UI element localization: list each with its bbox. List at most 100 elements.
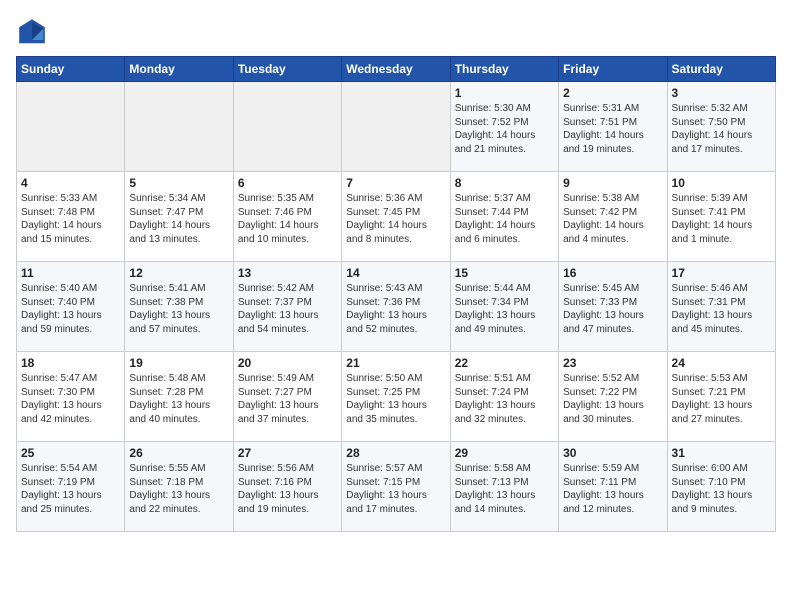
cell-content: Sunrise: 5:31 AM Sunset: 7:51 PM Dayligh… <box>563 102 662 156</box>
cell-content: Sunrise: 5:42 AM Sunset: 7:37 PM Dayligh… <box>238 282 337 336</box>
cell-content: Sunrise: 5:51 AM Sunset: 7:24 PM Dayligh… <box>455 372 554 426</box>
calendar-cell: 10Sunrise: 5:39 AM Sunset: 7:41 PM Dayli… <box>667 172 775 262</box>
calendar-table: SundayMondayTuesdayWednesdayThursdayFrid… <box>16 56 776 532</box>
cell-content: Sunrise: 5:48 AM Sunset: 7:28 PM Dayligh… <box>129 372 228 426</box>
day-number: 30 <box>563 446 662 460</box>
cell-content: Sunrise: 5:52 AM Sunset: 7:22 PM Dayligh… <box>563 372 662 426</box>
calendar-cell <box>342 82 450 172</box>
cell-content: Sunrise: 5:30 AM Sunset: 7:52 PM Dayligh… <box>455 102 554 156</box>
day-number: 29 <box>455 446 554 460</box>
cell-content: Sunrise: 5:36 AM Sunset: 7:45 PM Dayligh… <box>346 192 445 246</box>
cell-content: Sunrise: 5:45 AM Sunset: 7:33 PM Dayligh… <box>563 282 662 336</box>
calendar-cell: 23 Sunrise: 5:52 AM Sunset: 7:22 PM Dayli… <box>559 352 667 442</box>
calendar-cell: 21 Sunrise: 5:50 AM Sunset: 7:25 PM Dayli… <box>342 352 450 442</box>
day-number: 5 <box>129 176 228 190</box>
day-header-thursday: Thursday <box>450 57 558 82</box>
day-number: 18 <box>21 356 120 370</box>
day-number: 28 <box>346 446 445 460</box>
cell-content: Sunrise: 5:55 AM Sunset: 7:18 PM Dayligh… <box>129 462 228 516</box>
day-number: 3 <box>672 86 771 100</box>
cell-content: Sunrise: 5:53 AM Sunset: 7:21 PM Dayligh… <box>672 372 771 426</box>
cell-content: Sunrise: 5:44 AM Sunset: 7:34 PM Dayligh… <box>455 282 554 336</box>
day-number: 19 <box>129 356 228 370</box>
calendar-cell: 6 Sunrise: 5:35 AM Sunset: 7:46 PM Daylig… <box>233 172 341 262</box>
day-number: 13 <box>238 266 337 280</box>
calendar-cell: 20 Sunrise: 5:49 AM Sunset: 7:27 PM Dayli… <box>233 352 341 442</box>
calendar-cell: 18 Sunrise: 5:47 AM Sunset: 7:30 PM Dayli… <box>17 352 125 442</box>
day-number: 22 <box>455 356 554 370</box>
week-row-2: 4Sunrise: 5:33 AM Sunset: 7:48 PM Daylig… <box>17 172 776 262</box>
cell-content: Sunrise: 5:50 AM Sunset: 7:25 PM Dayligh… <box>346 372 445 426</box>
day-number: 26 <box>129 446 228 460</box>
calendar-cell: 17 Sunrise: 5:46 AM Sunset: 7:31 PM Dayli… <box>667 262 775 352</box>
day-number: 21 <box>346 356 445 370</box>
calendar-cell: 1 Sunrise: 5:30 AM Sunset: 7:52 PM Daylig… <box>450 82 558 172</box>
cell-content: Sunrise: 5:41 AM Sunset: 7:38 PM Dayligh… <box>129 282 228 336</box>
calendar-cell: 4Sunrise: 5:33 AM Sunset: 7:48 PM Daylig… <box>17 172 125 262</box>
day-number: 14 <box>346 266 445 280</box>
day-header-saturday: Saturday <box>667 57 775 82</box>
logo <box>16 16 52 48</box>
calendar-cell: 25 Sunrise: 5:54 AM Sunset: 7:19 PM Dayli… <box>17 442 125 532</box>
day-number: 1 <box>455 86 554 100</box>
calendar-cell: 15 Sunrise: 5:44 AM Sunset: 7:34 PM Dayli… <box>450 262 558 352</box>
calendar-cell: 11Sunrise: 5:40 AM Sunset: 7:40 PM Dayli… <box>17 262 125 352</box>
day-number: 15 <box>455 266 554 280</box>
cell-content: Sunrise: 5:35 AM Sunset: 7:46 PM Dayligh… <box>238 192 337 246</box>
calendar-cell: 5 Sunrise: 5:34 AM Sunset: 7:47 PM Daylig… <box>125 172 233 262</box>
cell-content: Sunrise: 5:43 AM Sunset: 7:36 PM Dayligh… <box>346 282 445 336</box>
calendar-cell: 24 Sunrise: 5:53 AM Sunset: 7:21 PM Dayli… <box>667 352 775 442</box>
calendar-cell: 3 Sunrise: 5:32 AM Sunset: 7:50 PM Daylig… <box>667 82 775 172</box>
day-number: 31 <box>672 446 771 460</box>
day-header-monday: Monday <box>125 57 233 82</box>
calendar-cell: 14 Sunrise: 5:43 AM Sunset: 7:36 PM Dayli… <box>342 262 450 352</box>
cell-content: Sunrise: 5:34 AM Sunset: 7:47 PM Dayligh… <box>129 192 228 246</box>
calendar-cell: 22 Sunrise: 5:51 AM Sunset: 7:24 PM Dayli… <box>450 352 558 442</box>
day-number: 23 <box>563 356 662 370</box>
cell-content: Sunrise: 5:54 AM Sunset: 7:19 PM Dayligh… <box>21 462 120 516</box>
cell-content: Sunrise: 5:39 AM Sunset: 7:41 PM Dayligh… <box>672 192 771 246</box>
logo-icon <box>16 16 48 48</box>
day-header-tuesday: Tuesday <box>233 57 341 82</box>
day-number: 20 <box>238 356 337 370</box>
day-number: 8 <box>455 176 554 190</box>
calendar-cell: 26 Sunrise: 5:55 AM Sunset: 7:18 PM Dayli… <box>125 442 233 532</box>
cell-content: Sunrise: 5:58 AM Sunset: 7:13 PM Dayligh… <box>455 462 554 516</box>
cell-content: Sunrise: 5:33 AM Sunset: 7:48 PM Dayligh… <box>21 192 120 246</box>
calendar-cell: 16Sunrise: 5:45 AM Sunset: 7:33 PM Dayli… <box>559 262 667 352</box>
week-row-5: 25 Sunrise: 5:54 AM Sunset: 7:19 PM Dayli… <box>17 442 776 532</box>
day-header-sunday: Sunday <box>17 57 125 82</box>
cell-content: Sunrise: 5:57 AM Sunset: 7:15 PM Dayligh… <box>346 462 445 516</box>
day-number: 25 <box>21 446 120 460</box>
cell-content: Sunrise: 5:32 AM Sunset: 7:50 PM Dayligh… <box>672 102 771 156</box>
cell-content: Sunrise: 5:38 AM Sunset: 7:42 PM Dayligh… <box>563 192 662 246</box>
day-number: 2 <box>563 86 662 100</box>
day-number: 11 <box>21 266 120 280</box>
calendar-cell: 13 Sunrise: 5:42 AM Sunset: 7:37 PM Dayli… <box>233 262 341 352</box>
cell-content: Sunrise: 5:46 AM Sunset: 7:31 PM Dayligh… <box>672 282 771 336</box>
calendar-cell: 19 Sunrise: 5:48 AM Sunset: 7:28 PM Dayli… <box>125 352 233 442</box>
page-header <box>16 16 776 48</box>
cell-content: Sunrise: 5:59 AM Sunset: 7:11 PM Dayligh… <box>563 462 662 516</box>
week-row-1: 1 Sunrise: 5:30 AM Sunset: 7:52 PM Daylig… <box>17 82 776 172</box>
day-number: 27 <box>238 446 337 460</box>
day-number: 6 <box>238 176 337 190</box>
calendar-cell <box>17 82 125 172</box>
header-row: SundayMondayTuesdayWednesdayThursdayFrid… <box>17 57 776 82</box>
day-number: 9 <box>563 176 662 190</box>
calendar-cell: 8Sunrise: 5:37 AM Sunset: 7:44 PM Daylig… <box>450 172 558 262</box>
calendar-cell: 28 Sunrise: 5:57 AM Sunset: 7:15 PM Dayli… <box>342 442 450 532</box>
calendar-cell: 2 Sunrise: 5:31 AM Sunset: 7:51 PM Daylig… <box>559 82 667 172</box>
calendar-cell <box>125 82 233 172</box>
calendar-cell: 27Sunrise: 5:56 AM Sunset: 7:16 PM Dayli… <box>233 442 341 532</box>
calendar-cell: 9 Sunrise: 5:38 AM Sunset: 7:42 PM Daylig… <box>559 172 667 262</box>
day-number: 7 <box>346 176 445 190</box>
calendar-cell <box>233 82 341 172</box>
day-number: 24 <box>672 356 771 370</box>
week-row-4: 18 Sunrise: 5:47 AM Sunset: 7:30 PM Dayli… <box>17 352 776 442</box>
calendar-cell: 12Sunrise: 5:41 AM Sunset: 7:38 PM Dayli… <box>125 262 233 352</box>
day-number: 17 <box>672 266 771 280</box>
cell-content: Sunrise: 5:47 AM Sunset: 7:30 PM Dayligh… <box>21 372 120 426</box>
cell-content: Sunrise: 5:49 AM Sunset: 7:27 PM Dayligh… <box>238 372 337 426</box>
day-header-wednesday: Wednesday <box>342 57 450 82</box>
